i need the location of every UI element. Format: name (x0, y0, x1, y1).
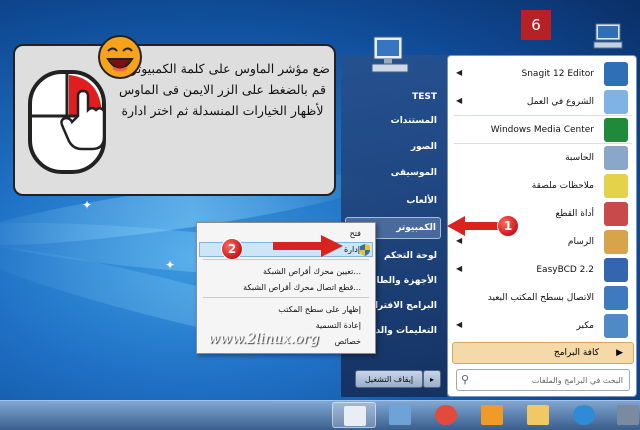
context-menu-item[interactable]: قطع اتصال محرك أقراص الشبكة... (199, 280, 373, 295)
context-menu-label: إعادة التسمية (315, 321, 361, 330)
paint-icon (604, 230, 628, 254)
all-programs-button[interactable]: ▶ كافة البرامج (452, 342, 634, 364)
shutdown-options-button[interactable]: ▸ (423, 370, 441, 388)
remote-desktop-icon (604, 286, 628, 310)
submenu-arrow-icon: ◀ (456, 68, 463, 77)
program-label: الاتصال بسطح المكتب البعيد (487, 293, 594, 303)
program-item[interactable]: الاتصال بسطح المكتب البعيد (452, 284, 634, 312)
search-icon: ⚲ (461, 373, 470, 386)
program-label: الرسام (567, 237, 594, 247)
program-label: EasyBCD 2.2 (536, 265, 594, 275)
program-item[interactable]: مكبر ◀ (452, 312, 634, 340)
laughing-smiley-icon (98, 35, 142, 79)
arrow-to-computer-icon (447, 216, 502, 236)
start-right-item[interactable]: الموسيقى (345, 162, 441, 184)
snagit-icon (604, 62, 628, 86)
triangle-right-icon: ▶ (616, 348, 623, 358)
program-item[interactable]: EasyBCD 2.2 ◀ (452, 256, 634, 284)
arrow-to-manage-icon (273, 235, 343, 257)
program-label: مكبر (576, 321, 594, 331)
sparkle-icon: ✦ (82, 198, 93, 212)
all-programs-label: كافة البرامج (553, 348, 599, 358)
easybcd-icon (604, 258, 628, 282)
calculator-icon (604, 146, 628, 170)
program-label: الشروع في العمل (526, 97, 594, 107)
chrome-icon (435, 405, 457, 425)
program-label: أداة القطع (555, 209, 594, 219)
submenu-arrow-icon: ◀ (456, 264, 463, 273)
start-right-item[interactable]: TEST (345, 86, 441, 108)
start-right-item[interactable]: المستندات (345, 110, 441, 132)
chevron-right-icon: ▸ (429, 374, 434, 384)
step-two-badge: 2 (221, 238, 243, 260)
user-computer-picture[interactable] (368, 35, 412, 75)
separator (454, 143, 632, 144)
start-right-item[interactable]: الصور (345, 136, 441, 158)
submenu-arrow-icon: ◀ (456, 96, 463, 105)
step-number-badge: 6 (521, 10, 551, 40)
printer-icon (617, 405, 639, 425)
context-menu-label: إدارة (343, 245, 360, 254)
step-one-badge: 1 (497, 215, 519, 237)
taskbar-button[interactable] (606, 402, 640, 428)
context-menu-label: فتح (349, 229, 361, 238)
separator (454, 115, 632, 116)
search-input[interactable]: ⚲ البحث في البرامج والملفات (456, 369, 630, 391)
taskbar-button[interactable] (470, 402, 514, 428)
media-center-icon (604, 118, 628, 142)
document-icon (344, 406, 366, 426)
watermark: www.2linux.org (208, 331, 320, 347)
search-placeholder: البحث في البرامج والملفات (531, 375, 623, 385)
context-menu-label: قطع اتصال محرك أقراص الشبكة... (243, 283, 361, 292)
sparkle-icon: ✦ (165, 258, 176, 272)
mouse-right-click-icon (28, 70, 106, 174)
context-separator (203, 297, 369, 298)
submenu-arrow-icon: ◀ (456, 320, 463, 329)
program-item[interactable]: الشروع في العمل ◀ (452, 88, 634, 116)
media-player-icon (481, 405, 503, 425)
start-right-item[interactable]: الألعاب (345, 190, 441, 212)
internet-explorer-icon (573, 405, 595, 425)
program-item[interactable]: Snagit 12 Editor ◀ (452, 60, 634, 88)
taskbar-button[interactable] (378, 402, 422, 428)
program-label: Snagit 12 Editor (521, 69, 594, 79)
file-explorer-icon (527, 405, 549, 425)
program-label: Windows Media Center (490, 125, 594, 135)
context-menu-item[interactable]: تعيين محرك أقراص الشبكة... (199, 264, 373, 279)
taskbar-button[interactable] (562, 402, 606, 428)
picture-viewer-icon (389, 405, 411, 425)
computer-desktop-icon[interactable] (592, 22, 624, 52)
program-label: الحاسبة (565, 153, 594, 163)
context-menu-label: إظهار على سطح المكتب (278, 305, 361, 314)
taskbar-button[interactable] (516, 402, 560, 428)
taskbar-button[interactable] (424, 402, 468, 428)
shutdown-button[interactable]: إيقاف التشغيل (355, 370, 423, 388)
program-item[interactable]: Windows Media Center (452, 116, 634, 144)
sticky-notes-icon (604, 174, 628, 198)
submenu-arrow-icon: ◀ (456, 236, 463, 245)
uac-shield-icon (360, 244, 370, 256)
magnifier-icon (604, 314, 628, 338)
getting-started-icon (604, 90, 628, 114)
program-item[interactable]: الحاسبة (452, 144, 634, 172)
snipping-tool-icon (604, 202, 628, 226)
context-menu-label: خصائص (334, 337, 361, 346)
context-menu-label: تعيين محرك أقراص الشبكة... (262, 267, 361, 276)
program-label: ملاحظات ملصقة (531, 181, 594, 191)
program-item[interactable]: ملاحظات ملصقة (452, 172, 634, 200)
context-menu-item[interactable]: إظهار على سطح المكتب (199, 302, 373, 317)
instruction-text: ضع مؤشر الماوس على كلمة الكمبيوتر ثم قم … (115, 61, 330, 118)
taskbar-button[interactable] (332, 402, 376, 428)
